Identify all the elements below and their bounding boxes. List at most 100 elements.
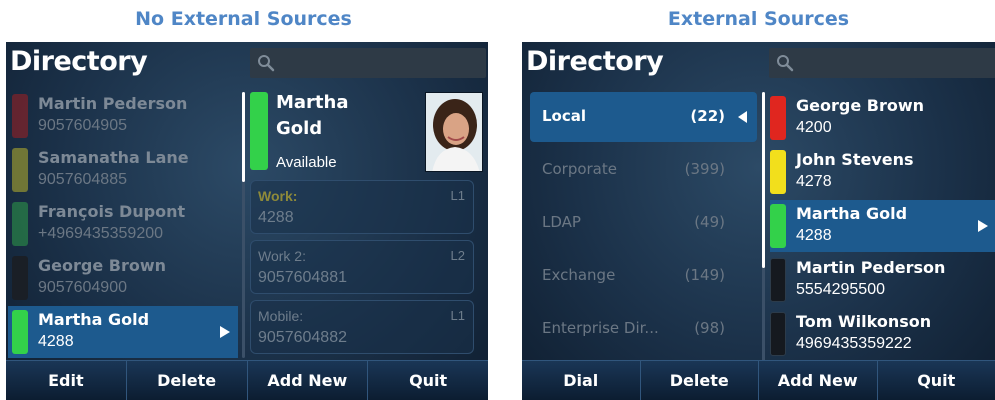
contact-name: Tom Wilkonson [796, 312, 932, 331]
scrollbar-thumb[interactable] [762, 92, 765, 268]
detail-name-first: Martha [276, 92, 349, 113]
contact-row[interactable]: Martin Pederson 5554295500 [770, 254, 995, 306]
contact-list-scrollbar[interactable] [242, 92, 245, 358]
quit-softkey[interactable]: Quit [368, 361, 488, 400]
search-icon [777, 55, 794, 72]
directory-screen-no-external: Directory Martin Pederson 9057604905 Sam… [6, 42, 488, 400]
search-field[interactable] [250, 48, 486, 78]
contact-number: 4288 [796, 227, 832, 244]
detail-name-last: Gold [276, 118, 323, 139]
contact-row-selected[interactable]: Martha Gold 4288 [8, 306, 238, 358]
contact-number: 9057604885 [38, 171, 127, 188]
field-value: 9057604881 [258, 269, 347, 286]
edit-softkey[interactable]: Edit [6, 361, 127, 400]
contact-row[interactable]: Tom Wilkonson 4969435359222 [770, 308, 995, 360]
source-local[interactable]: Local (22) [530, 92, 757, 142]
source-count: (98) [694, 319, 725, 337]
caption-no-external-sources: No External Sources [135, 8, 352, 30]
chevron-right-icon [978, 220, 988, 232]
source-enterprise-directory[interactable]: Enterprise Dir... (98) [530, 304, 757, 354]
softkey-bar: Dial Delete Add New Quit [522, 360, 995, 400]
field-label: Work: [258, 188, 298, 204]
line-indicator: L2 [450, 248, 465, 263]
presence-indicator [12, 202, 28, 246]
contact-row-selected[interactable]: Martha Gold 4288 [770, 200, 995, 252]
source-label: Local [542, 107, 587, 125]
delete-softkey[interactable]: Delete [127, 361, 248, 400]
source-count: (399) [684, 160, 725, 178]
contact-name: John Stevens [796, 150, 914, 169]
chevron-right-icon [220, 326, 230, 338]
presence-indicator [12, 310, 28, 354]
contact-number: 4200 [796, 119, 832, 136]
field-label: Mobile: [258, 308, 304, 324]
scrollbar-thumb[interactable] [242, 92, 245, 182]
field-value: 4288 [258, 209, 294, 226]
presence-indicator [250, 92, 268, 170]
phone-field-mobile[interactable]: Mobile: L1 9057604882 [250, 300, 474, 354]
contact-photo [425, 92, 483, 172]
caption-external-sources: External Sources [667, 8, 850, 30]
contact-name: George Brown [38, 256, 166, 275]
contact-row[interactable]: Samanatha Lane 9057604885 [12, 144, 240, 196]
contact-number: 9057604900 [38, 279, 127, 296]
presence-status: Available [276, 154, 337, 171]
field-label: Work 2: [258, 248, 306, 264]
contact-number: 4969435359222 [796, 335, 912, 352]
presence-indicator [12, 148, 28, 192]
contact-name: Martin Pederson [38, 94, 188, 113]
contact-row[interactable]: George Brown 9057604900 [12, 252, 240, 304]
source-corporate[interactable]: Corporate (399) [530, 145, 757, 195]
search-field[interactable] [769, 48, 995, 78]
source-count: (49) [694, 213, 725, 231]
presence-indicator [770, 312, 786, 356]
contact-row[interactable]: John Stevens 4278 [770, 146, 995, 198]
field-value: 9057604882 [258, 329, 347, 346]
contact-name: Martha Gold [38, 310, 150, 329]
dial-softkey[interactable]: Dial [522, 361, 641, 400]
contact-number: +4969435359200 [38, 225, 164, 242]
quit-softkey[interactable]: Quit [878, 361, 995, 400]
softkey-bar: Edit Delete Add New Quit [6, 360, 488, 400]
directory-screen-external: Directory Local (22) Corporate (399) LDA… [522, 42, 995, 400]
page-title: Directory [10, 46, 148, 77]
delete-softkey[interactable]: Delete [641, 361, 759, 400]
contact-name: Samanatha Lane [38, 148, 189, 167]
presence-indicator [770, 150, 786, 194]
contact-number: 4288 [38, 333, 74, 350]
presence-indicator [12, 94, 28, 138]
search-icon [258, 55, 275, 72]
source-count: (22) [690, 107, 725, 125]
add-new-softkey[interactable]: Add New [248, 361, 369, 400]
contact-name: George Brown [796, 96, 924, 115]
page-title: Directory [526, 46, 664, 77]
line-indicator: L1 [450, 308, 465, 323]
contact-number: 9057604905 [38, 117, 127, 134]
add-new-softkey[interactable]: Add New [759, 361, 878, 400]
contact-list-scrollbar[interactable] [762, 92, 765, 362]
phone-field-work[interactable]: Work: L1 4288 [250, 180, 474, 234]
source-label: Corporate [542, 160, 617, 178]
source-count: (149) [684, 266, 725, 284]
contact-row[interactable]: Martin Pederson 9057604905 [12, 90, 240, 142]
source-exchange[interactable]: Exchange (149) [530, 251, 757, 301]
presence-indicator [770, 258, 786, 302]
contact-number: 5554295500 [796, 281, 885, 298]
source-ldap[interactable]: LDAP (49) [530, 198, 757, 248]
contact-name: François Dupont [38, 202, 186, 221]
presence-indicator [770, 96, 786, 140]
presence-indicator [770, 204, 786, 248]
source-label: Exchange [542, 266, 616, 284]
contact-name: Martin Pederson [796, 258, 946, 277]
chevron-left-icon [738, 111, 747, 123]
person-photo-icon [426, 93, 482, 171]
phone-field-work-2[interactable]: Work 2: L2 9057604881 [250, 240, 474, 294]
contact-number: 4278 [796, 173, 832, 190]
source-label: Enterprise Dir... [542, 319, 659, 337]
contact-row[interactable]: François Dupont +4969435359200 [12, 198, 240, 250]
contact-row[interactable]: George Brown 4200 [770, 92, 995, 144]
line-indicator: L1 [450, 188, 465, 203]
contact-name: Martha Gold [796, 204, 908, 223]
source-label: LDAP [542, 213, 581, 231]
presence-indicator [12, 256, 28, 300]
